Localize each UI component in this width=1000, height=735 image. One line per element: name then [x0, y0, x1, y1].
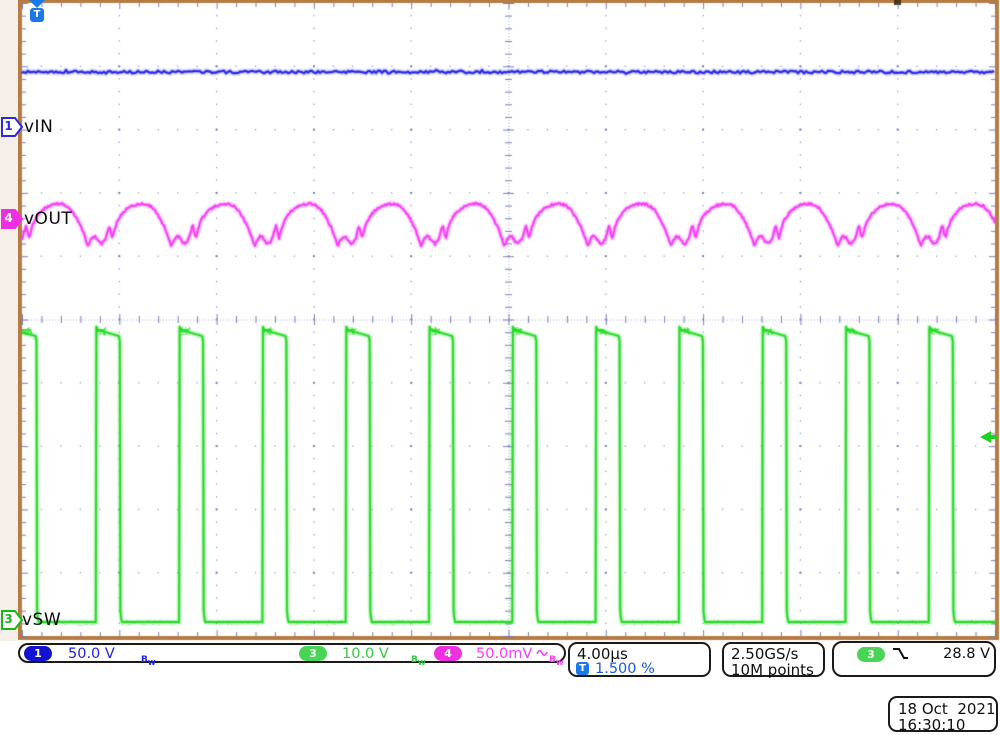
trigger-position-arrow-icon — [29, 0, 45, 8]
record-length: 10M points — [731, 661, 814, 679]
ac-coupling-icon — [536, 648, 549, 658]
bandwidth-limit-icon: BW — [549, 647, 564, 667]
falling-edge-icon — [892, 646, 910, 662]
trigger-source-badge: 3 — [857, 647, 885, 662]
channel-marker-gutter — [0, 0, 18, 641]
trigger-readout[interactable]: 3 28.8 V — [832, 641, 996, 677]
horizontal-position: 1.500 % — [595, 661, 655, 677]
datetime-readout: 18 Oct 2021 16:30:10 — [888, 696, 998, 732]
trigger-position-marker[interactable]: T — [29, 0, 45, 22]
waveform-display[interactable] — [18, 0, 1000, 641]
horizontal-scale-readout[interactable]: 4.00µs T 1.500 % — [568, 642, 711, 677]
channel-1-reference-marker[interactable]: 1 — [1, 116, 23, 138]
trigger-level-arrow-icon[interactable] — [980, 429, 998, 445]
acquisition-readout[interactable]: 2.50GS/s 10M points — [722, 642, 825, 677]
channel-3-badge: 3 — [299, 646, 327, 661]
oscilloscope-screen: T 1 vIN 4 vOUT 3 vSW 1 50.0 V BW 3 10.0 … — [0, 0, 1000, 735]
trigger-t-icon: T — [576, 662, 589, 675]
vertical-scale-readout[interactable]: 1 50.0 V BW 3 10.0 V BW 4 50.0mV BW — [18, 643, 566, 663]
channel-1-badge: 1 — [24, 646, 52, 661]
time-text: 16:30:10 — [898, 716, 965, 734]
channel-4-label: vOUT — [24, 209, 72, 229]
channel-4-scale: 50.0mV — [476, 646, 532, 662]
trigger-level: 28.8 V — [932, 646, 990, 662]
bandwidth-limit-icon: BW — [141, 647, 156, 667]
channel-1-scale: 50.0 V — [68, 646, 115, 662]
channel-3-scale: 10.0 V — [342, 646, 389, 662]
channel-4-badge: 4 — [434, 646, 462, 661]
channel-3-reference-marker[interactable]: 3 — [1, 609, 23, 631]
channel-3-label: vSW — [22, 610, 61, 630]
bandwidth-limit-icon: BW — [411, 647, 426, 667]
trigger-t-icon: T — [30, 8, 44, 22]
channel-4-reference-marker[interactable]: 4 — [1, 208, 23, 230]
channel-1-label: vIN — [24, 117, 53, 137]
